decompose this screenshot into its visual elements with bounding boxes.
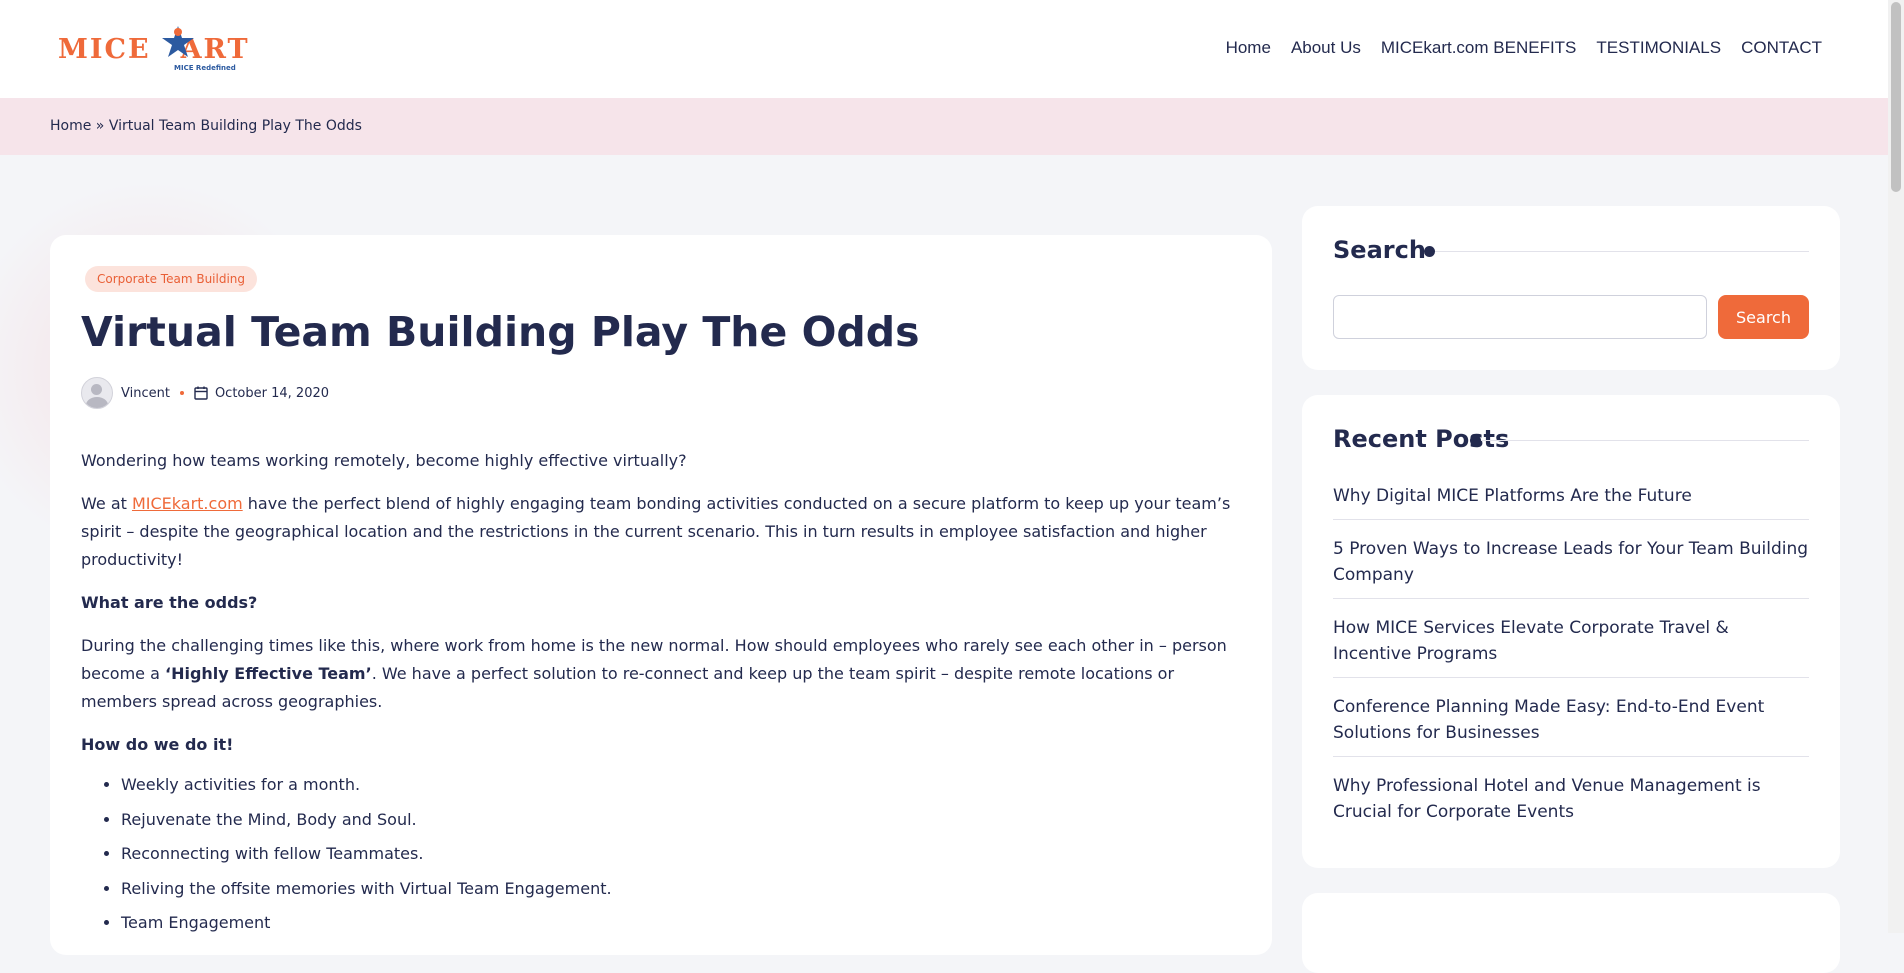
breadcrumb-home[interactable]: Home (50, 118, 91, 134)
nav-about-us[interactable]: About Us (1291, 38, 1361, 58)
bullet-list: Weekly activities for a month. Rejuvenat… (81, 774, 1251, 934)
breadcrumb-bar: Home » Virtual Team Building Play The Od… (0, 98, 1888, 155)
search-widget: Search Search (1302, 206, 1840, 370)
meta-dot (179, 391, 184, 395)
breadcrumb-current: Virtual Team Building Play The Odds (108, 118, 362, 134)
list-item: Rejuvenate the Mind, Body and Soul. (121, 809, 1251, 831)
recent-posts-widget: Recent Posts Why Digital MICE Platforms … (1302, 395, 1840, 868)
list-item: Reliving the offsite memories with Virtu… (121, 878, 1251, 900)
post-meta: Vincent October 14, 2020 (81, 377, 329, 409)
category-badge[interactable]: Corporate Team Building (85, 266, 258, 292)
search-input[interactable] (1333, 295, 1707, 339)
site-header: MICE ART MICE Redefined Home About Us MIC… (0, 0, 1888, 98)
page-title: Virtual Team Building Play The Odds (81, 308, 920, 356)
recent-post-link[interactable]: Why Professional Hotel and Venue Managem… (1333, 773, 1809, 835)
star-figure-icon (162, 26, 194, 57)
scrollbar-thumb[interactable] (1891, 2, 1901, 192)
avatar-icon (81, 377, 113, 409)
author-name[interactable]: Vincent (121, 386, 170, 401)
page-scrollbar[interactable] (1888, 0, 1904, 933)
micekart-link[interactable]: MICEkart.com (132, 494, 243, 513)
nav-home[interactable]: Home (1226, 38, 1271, 58)
recent-posts-list: Why Digital MICE Platforms Are the Futur… (1333, 483, 1809, 851)
list-item: Reconnecting with fellow Teammates. (121, 843, 1251, 865)
title-divider (1470, 435, 1809, 446)
list-item: Weekly activities for a month. (121, 774, 1251, 796)
article-card: Corporate Team Building Virtual Team Bui… (50, 235, 1272, 955)
nav-benefits[interactable]: MICEkart.com BENEFITS (1381, 38, 1577, 58)
logo-tagline: MICE Redefined (174, 64, 236, 72)
logo[interactable]: MICE ART MICE Redefined (58, 22, 258, 76)
heading-odds: What are the odds? (81, 593, 258, 612)
recent-post-link[interactable]: Conference Planning Made Easy: End-to-En… (1333, 694, 1809, 757)
breadcrumb: Home » Virtual Team Building Play The Od… (50, 118, 362, 134)
next-widget (1302, 893, 1840, 973)
paragraph-intro: Wondering how teams working remotely, be… (81, 451, 687, 470)
title-divider (1424, 246, 1809, 257)
calendar-icon (194, 386, 208, 400)
recent-post-link[interactable]: 5 Proven Ways to Increase Leads for Your… (1333, 536, 1809, 599)
article-body: Wondering how teams working remotely, be… (81, 447, 1251, 947)
paragraph-platform: We at MICEkart.com have the perfect blen… (81, 494, 1231, 569)
recent-post-link[interactable]: Why Digital MICE Platforms Are the Futur… (1333, 483, 1809, 520)
paragraph-challenge: During the challenging times like this, … (81, 636, 1227, 711)
search-widget-title: Search (1333, 236, 1426, 264)
recent-posts-title: Recent Posts (1333, 425, 1510, 453)
search-button[interactable]: Search (1718, 295, 1809, 339)
logo-text: MICE ART (58, 34, 250, 65)
recent-post-link[interactable]: How MICE Services Elevate Corporate Trav… (1333, 615, 1809, 678)
main-nav: Home About Us MICEkart.com BENEFITS TEST… (1226, 38, 1822, 58)
nav-contact[interactable]: CONTACT (1741, 38, 1822, 58)
list-item: Team Engagement (121, 912, 1251, 934)
breadcrumb-separator: » (95, 118, 105, 134)
nav-testimonials[interactable]: TESTIMONIALS (1596, 38, 1721, 58)
post-date: October 14, 2020 (214, 385, 330, 401)
heading-how: How do we do it! (81, 735, 234, 754)
